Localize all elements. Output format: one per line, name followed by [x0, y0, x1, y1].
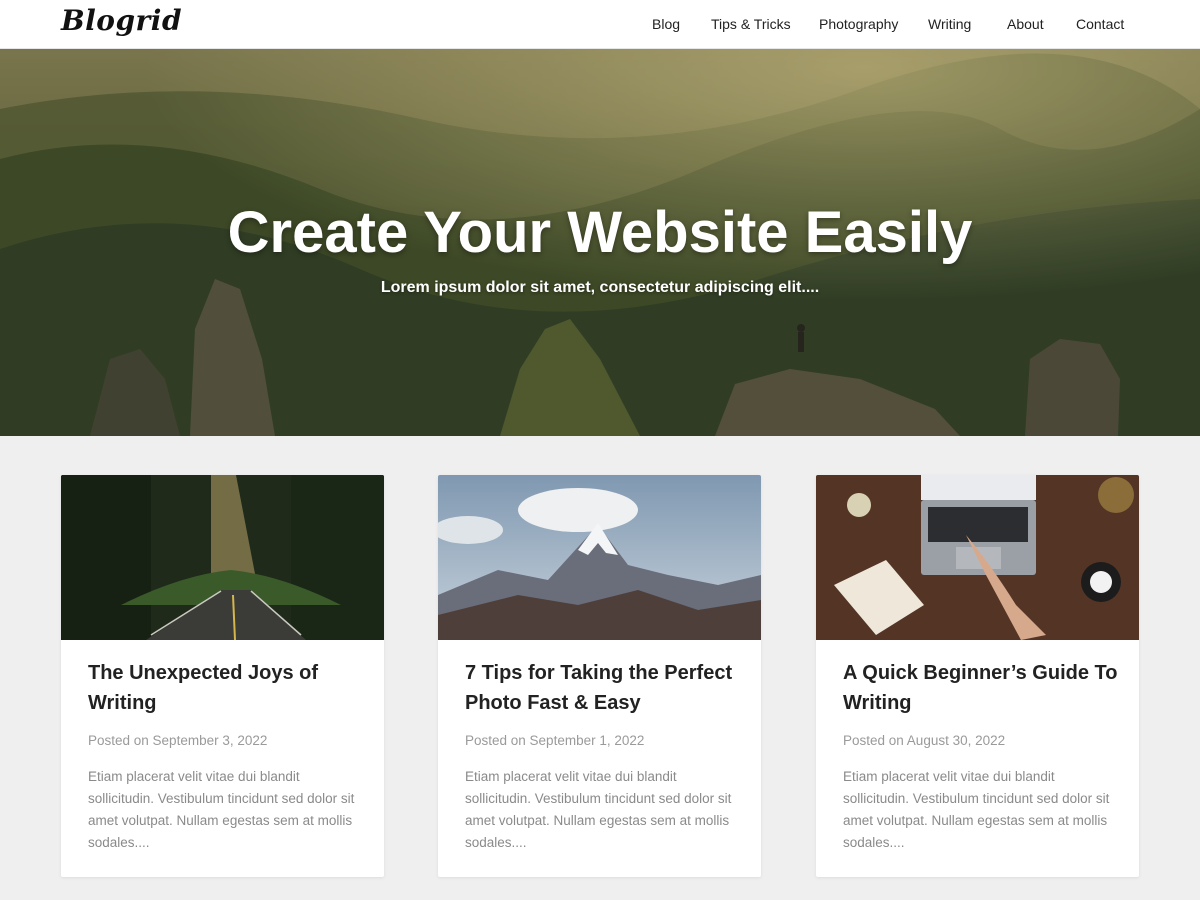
hero-title: Create Your Website Easily [227, 200, 973, 265]
site-header: Blogrid Blog Tips & Tricks Photography W… [0, 0, 1200, 49]
laptop-desk-image[interactable] [816, 475, 1139, 640]
post-excerpt: Etiam placerat velit vitae dui blandit s… [88, 769, 355, 850]
post-title[interactable]: A Quick Beginner’s Guide To Writing [843, 658, 1118, 718]
post-title[interactable]: The Unexpected Joys of Writing [88, 658, 363, 718]
hero-banner: Create Your Website Easily Lorem ipsum d… [0, 49, 1200, 436]
nav-writing[interactable]: Writing [928, 16, 971, 32]
post-date: Posted on September 3, 2022 [88, 733, 268, 748]
post-card-body: The Unexpected Joys of Writing Posted on… [88, 658, 363, 854]
forest-road-image[interactable] [61, 475, 384, 640]
post-title[interactable]: 7 Tips for Taking the Perfect Photo Fast… [465, 658, 740, 718]
nav-photography[interactable]: Photography [819, 16, 898, 32]
post-card-body: A Quick Beginner’s Guide To Writing Post… [843, 658, 1118, 854]
nav-blog[interactable]: Blog [652, 16, 680, 32]
hero-subtitle: Lorem ipsum dolor sit amet, consectetur … [380, 279, 820, 296]
post-date: Posted on August 30, 2022 [843, 733, 1006, 748]
nav-contact[interactable]: Contact [1076, 16, 1124, 32]
post-date: Posted on September 1, 2022 [465, 733, 645, 748]
post-excerpt: Etiam placerat velit vitae dui blandit s… [465, 769, 732, 850]
mountain-peak-image[interactable] [438, 475, 761, 640]
nav-about[interactable]: About [1007, 16, 1044, 32]
post-card-body: 7 Tips for Taking the Perfect Photo Fast… [465, 658, 740, 854]
nav-tips-tricks[interactable]: Tips & Tricks [711, 16, 791, 32]
site-logo[interactable]: Blogrid [61, 4, 182, 37]
post-card[interactable]: The Unexpected Joys of Writing Posted on… [61, 475, 384, 877]
post-excerpt: Etiam placerat velit vitae dui blandit s… [843, 769, 1110, 850]
post-card[interactable]: A Quick Beginner’s Guide To Writing Post… [816, 475, 1139, 877]
post-card[interactable]: 7 Tips for Taking the Perfect Photo Fast… [438, 475, 761, 877]
